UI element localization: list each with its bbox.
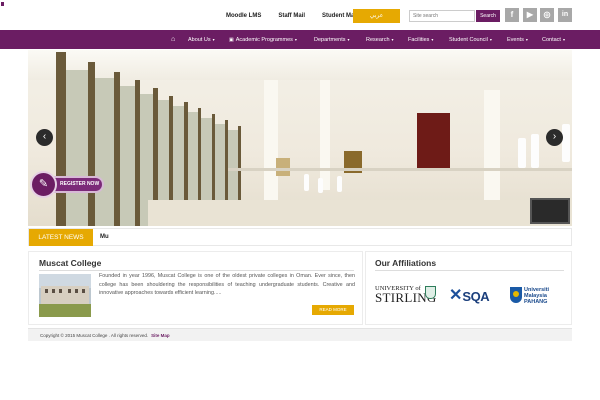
chevron-right-icon: ›: [552, 131, 557, 142]
hero-floor: [148, 200, 572, 226]
hero-wall-plaque: [276, 158, 290, 176]
footer: Copyright © 2015 Muscat College . All ri…: [28, 328, 572, 341]
nav-item-label: Departments: [314, 37, 346, 43]
news-ticker-text[interactable]: Mu: [100, 229, 109, 246]
divider: [375, 270, 564, 271]
ump-logo-line3: PAHANG: [524, 299, 548, 305]
moodle-lms-link[interactable]: Moodle LMS: [226, 12, 261, 20]
affiliations-panel: Our Affiliations UNIVERSITY of STIRLING …: [365, 251, 572, 325]
divider: [39, 270, 354, 271]
hero-person: [304, 174, 309, 191]
nav-item-about-us[interactable]: About Us ▾: [188, 30, 215, 49]
hero-door: [417, 113, 450, 171]
thumb-window: [82, 289, 85, 293]
hero-column: [264, 80, 278, 200]
arabic-language-button[interactable]: عربي: [353, 9, 400, 23]
site-map-link[interactable]: Site Map: [151, 333, 170, 338]
nav-item-departments[interactable]: Departments ▾: [314, 30, 350, 49]
chevron-down-icon: ▾: [347, 37, 350, 42]
nav-item-events[interactable]: Events ▾: [507, 30, 528, 49]
college-building-image: [39, 274, 91, 317]
chevron-down-icon: ▾: [489, 37, 492, 42]
thumb-window: [45, 289, 48, 293]
staff-mail-link[interactable]: Staff Mail: [278, 12, 305, 20]
hero-ceiling: [28, 50, 572, 80]
hero-balcony-rail: [228, 168, 572, 171]
read-more-button[interactable]: READ MORE: [312, 305, 354, 315]
college-logo[interactable]: [1, 1, 15, 7]
search-button[interactable]: Search: [476, 10, 500, 22]
hero-window-frame: [56, 52, 66, 226]
hero-person: [337, 176, 342, 192]
hero-window-pane: [120, 86, 135, 226]
nav-item-research[interactable]: Research ▾: [366, 30, 394, 49]
hero-person: [531, 134, 539, 168]
thumb-window: [68, 289, 71, 293]
nav-item-label: Research: [366, 37, 390, 43]
main-navigation: ⌂ About Us ▾ ▣ Academic Programmes ▾ Depart…: [0, 30, 600, 49]
facebook-icon[interactable]: f: [505, 8, 519, 22]
youtube-icon[interactable]: ▶: [523, 8, 537, 22]
hero-window-pane: [95, 78, 114, 226]
hero-slider-image[interactable]: [28, 50, 572, 226]
linkedin-icon[interactable]: in: [558, 8, 572, 22]
nav-item-label: Academic Programmes: [235, 37, 293, 43]
chevron-down-icon: ▾: [294, 37, 297, 42]
nav-item-label: Contact: [542, 37, 561, 43]
thumb-window: [59, 289, 62, 293]
slider-next-button[interactable]: ›: [546, 129, 563, 146]
edit-icon: ✎: [30, 171, 57, 198]
nav-item-label: About Us: [188, 37, 211, 43]
hero-person: [562, 124, 570, 162]
sqa-mark-icon: ✕: [449, 287, 463, 304]
hero-person: [518, 138, 526, 168]
nav-item-label: Student Council: [449, 37, 488, 43]
hero-column: [484, 90, 500, 210]
affiliations-title: Our Affiliations: [375, 258, 437, 268]
nav-item-facilities[interactable]: Facilities ▾: [408, 30, 433, 49]
chevron-down-icon: ▾: [525, 37, 528, 42]
register-now-button[interactable]: ✎ REGISTER NOW: [30, 171, 104, 198]
latest-news-label: LATEST NEWS: [29, 229, 93, 246]
site-search-input[interactable]: [409, 10, 475, 22]
sqa-logo-text: SQA: [462, 288, 490, 304]
chevron-down-icon: ▾: [391, 37, 394, 42]
hero-column: [320, 80, 330, 190]
book-icon: ▣: [229, 37, 234, 43]
thumb-window: [75, 289, 78, 293]
nav-item-label: Facilities: [408, 37, 430, 43]
footer-copyright: Copyright © 2015 Muscat College . All ri…: [40, 329, 170, 342]
chevron-down-icon: ▾: [562, 37, 565, 42]
stirling-logo[interactable]: UNIVERSITY of STIRLING: [375, 285, 439, 309]
hero-window-frame: [88, 62, 95, 226]
copyright-text: Copyright © 2015 Muscat College . All ri…: [40, 333, 149, 338]
chevron-down-icon: ▾: [431, 37, 434, 42]
thumb-lawn: [39, 304, 91, 317]
nav-item-contact[interactable]: Contact ▾: [542, 30, 565, 49]
hero-person: [318, 178, 323, 193]
nav-item-academic-programmes[interactable]: ▣ Academic Programmes ▾: [229, 30, 297, 49]
about-title: Muscat College: [39, 258, 102, 268]
stirling-crest-icon: [425, 286, 436, 299]
logo-mark-icon: [1, 2, 4, 6]
instagram-icon[interactable]: ◎: [540, 8, 554, 22]
about-panel: Muscat College Founded in year 1996, Mus…: [28, 251, 363, 325]
slider-prev-button[interactable]: ‹: [36, 129, 53, 146]
chevron-left-icon: ‹: [42, 131, 47, 142]
page: Moodle LMS Staff Mail Student Mail عربي …: [0, 0, 600, 400]
ump-shield-icon: [510, 287, 522, 303]
sqa-logo[interactable]: ✕ SQA: [449, 287, 490, 304]
latest-news-bar: LATEST NEWS Mu: [28, 228, 572, 246]
hero-display-screen: [530, 198, 570, 224]
hero-window-pane: [66, 70, 88, 226]
thumb-window: [52, 289, 55, 293]
nav-item-label: Events: [507, 37, 524, 43]
register-now-label: REGISTER NOW: [60, 181, 100, 187]
ump-logo[interactable]: Universiti Malaysia PAHANG: [510, 287, 566, 307]
chevron-down-icon: ▾: [212, 37, 215, 42]
nav-item-student-council[interactable]: Student Council ▾: [449, 30, 492, 49]
home-icon[interactable]: ⌂: [171, 30, 175, 49]
about-text: Founded in year 1996, Muscat College is …: [99, 273, 355, 297]
